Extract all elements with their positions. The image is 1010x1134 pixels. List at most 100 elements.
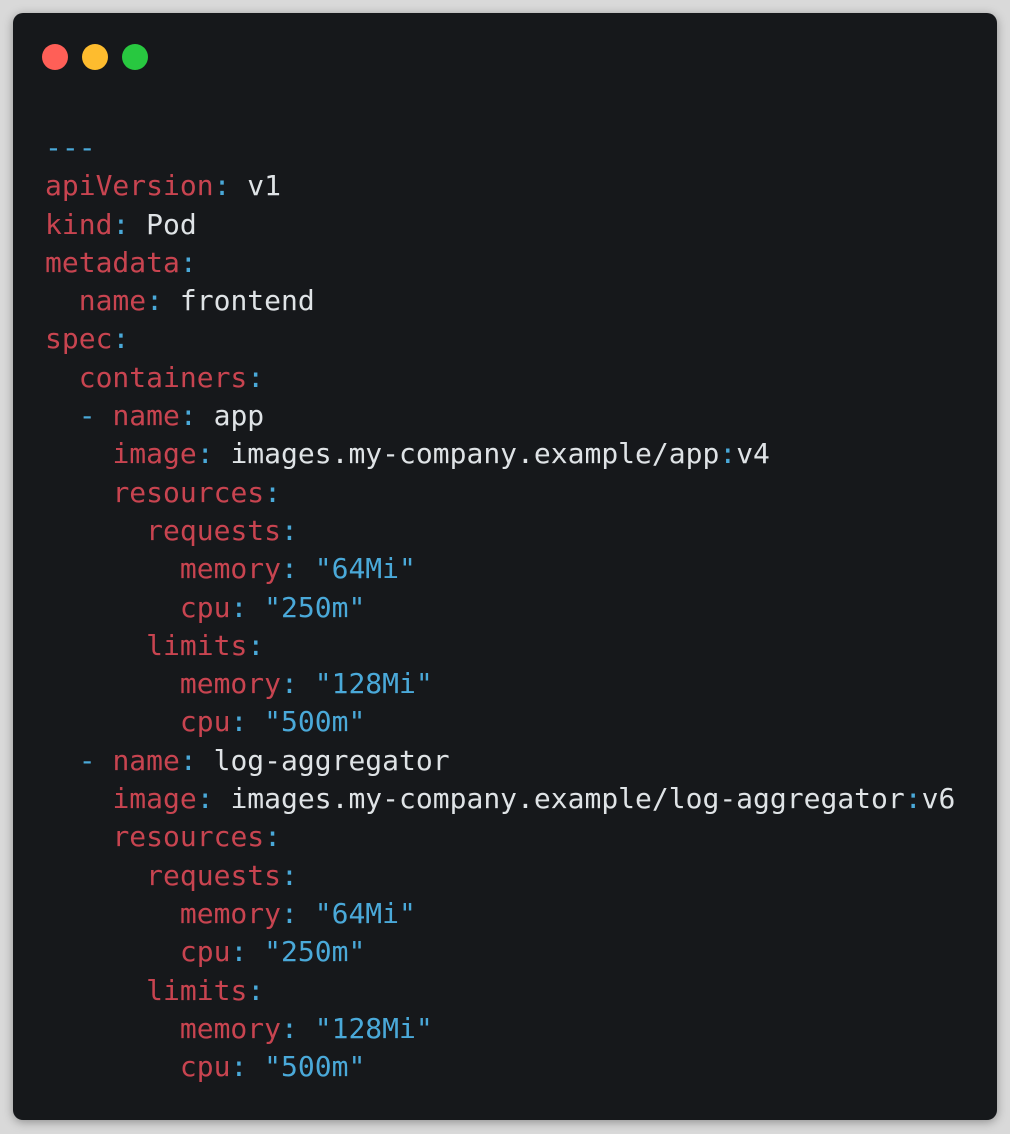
yaml-string: "500m" <box>247 705 366 739</box>
code-line: image: images.my-company.example/app:v4 <box>45 435 955 473</box>
yaml-punctuation: : <box>179 399 197 433</box>
code-window: --- apiVersion: v1 kind: Pod metadata: name… <box>13 13 997 1120</box>
yaml-punctuation: : <box>264 820 282 854</box>
yaml-key: memory <box>179 552 282 586</box>
code-line: requests: <box>45 857 955 895</box>
yaml-punctuation: : <box>213 169 231 203</box>
yaml-punctuation: : <box>230 705 248 739</box>
yaml-string: "128Mi" <box>297 1011 433 1045</box>
yaml-punctuation: - <box>78 743 113 777</box>
code-line: - name: app <box>45 397 955 435</box>
code-line: kind: Pod <box>45 206 955 244</box>
code-line: - name: log-aggregator <box>45 742 955 780</box>
maximize-button[interactable] <box>122 44 148 70</box>
code-line: limits: <box>45 972 955 1010</box>
yaml-punctuation: : <box>112 322 130 356</box>
yaml-key: limits <box>146 628 248 662</box>
yaml-key: requests <box>146 858 282 892</box>
close-button[interactable] <box>42 44 68 70</box>
minimize-button[interactable] <box>82 44 108 70</box>
yaml-key: memory <box>179 1011 282 1045</box>
yaml-key: cpu <box>179 705 231 739</box>
code-line: cpu: "250m" <box>45 933 955 971</box>
code-line: image: images.my-company.example/log-agg… <box>45 780 955 818</box>
code-line: spec: <box>45 320 955 358</box>
yaml-punctuation: : <box>281 858 298 892</box>
yaml-key: name <box>112 743 180 777</box>
yaml-punctuation: : <box>281 1011 298 1045</box>
code-line: requests: <box>45 512 955 550</box>
yaml-key: limits <box>146 973 248 1007</box>
yaml-punctuation: : <box>281 552 298 586</box>
yaml-key: cpu <box>179 1050 231 1084</box>
yaml-value: images.my-company.example/log-aggregator <box>213 782 905 816</box>
yaml-value: log-aggregator <box>196 743 450 777</box>
code-line: resources: <box>45 474 955 512</box>
yaml-punctuation: : <box>281 896 298 930</box>
yaml-value: Pod <box>129 207 197 241</box>
code-line: cpu: "500m" <box>45 703 955 741</box>
yaml-key: resources <box>112 820 265 854</box>
yaml-punctuation: : <box>247 360 265 394</box>
yaml-punctuation: : <box>264 475 282 509</box>
yaml-key: containers <box>78 360 248 394</box>
yaml-key: name <box>112 399 180 433</box>
code-line: memory: "64Mi" <box>45 550 955 588</box>
code-line: metadata: <box>45 244 955 282</box>
code-line: resources: <box>45 818 955 856</box>
yaml-value: v6 <box>921 782 956 816</box>
yaml-key: apiVersion <box>45 169 214 203</box>
yaml-punctuation: : <box>247 973 265 1007</box>
code-block[interactable]: --- apiVersion: v1 kind: Pod metadata: name… <box>45 129 955 1086</box>
yaml-punctuation: : <box>112 207 130 241</box>
yaml-key: cpu <box>179 590 231 624</box>
yaml-string: "128Mi" <box>297 667 433 701</box>
yaml-punctuation: : <box>904 782 922 816</box>
yaml-key: requests <box>146 513 282 547</box>
yaml-value: v4 <box>736 437 770 471</box>
yaml-punctuation: : <box>719 437 737 471</box>
yaml-key: image <box>112 782 197 816</box>
yaml-value: v1 <box>230 169 282 203</box>
code-line: cpu: "250m" <box>45 589 955 627</box>
yaml-value: frontend <box>163 284 315 318</box>
yaml-key: image <box>112 437 197 471</box>
yaml-punctuation: - <box>78 399 113 433</box>
yaml-key: memory <box>179 667 282 701</box>
yaml-punctuation: : <box>247 628 265 662</box>
yaml-key: cpu <box>179 935 231 969</box>
code-line: cpu: "500m" <box>45 1048 955 1086</box>
code-line: containers: <box>45 359 955 397</box>
yaml-key: name <box>78 284 147 318</box>
yaml-punctuation: : <box>230 590 248 624</box>
code-line: name: frontend <box>45 282 955 320</box>
yaml-punctuation: : <box>196 437 214 471</box>
code-line: memory: "64Mi" <box>45 895 955 933</box>
yaml-punctuation: --- <box>45 131 96 164</box>
code-line: --- <box>45 129 955 167</box>
yaml-punctuation: : <box>230 1050 248 1084</box>
yaml-punctuation: : <box>179 743 197 777</box>
yaml-punctuation: : <box>281 513 298 547</box>
yaml-string: "64Mi" <box>297 896 416 930</box>
window-controls <box>42 44 148 70</box>
code-line: memory: "128Mi" <box>45 665 955 703</box>
yaml-punctuation: : <box>146 284 164 318</box>
yaml-key: memory <box>179 896 282 930</box>
